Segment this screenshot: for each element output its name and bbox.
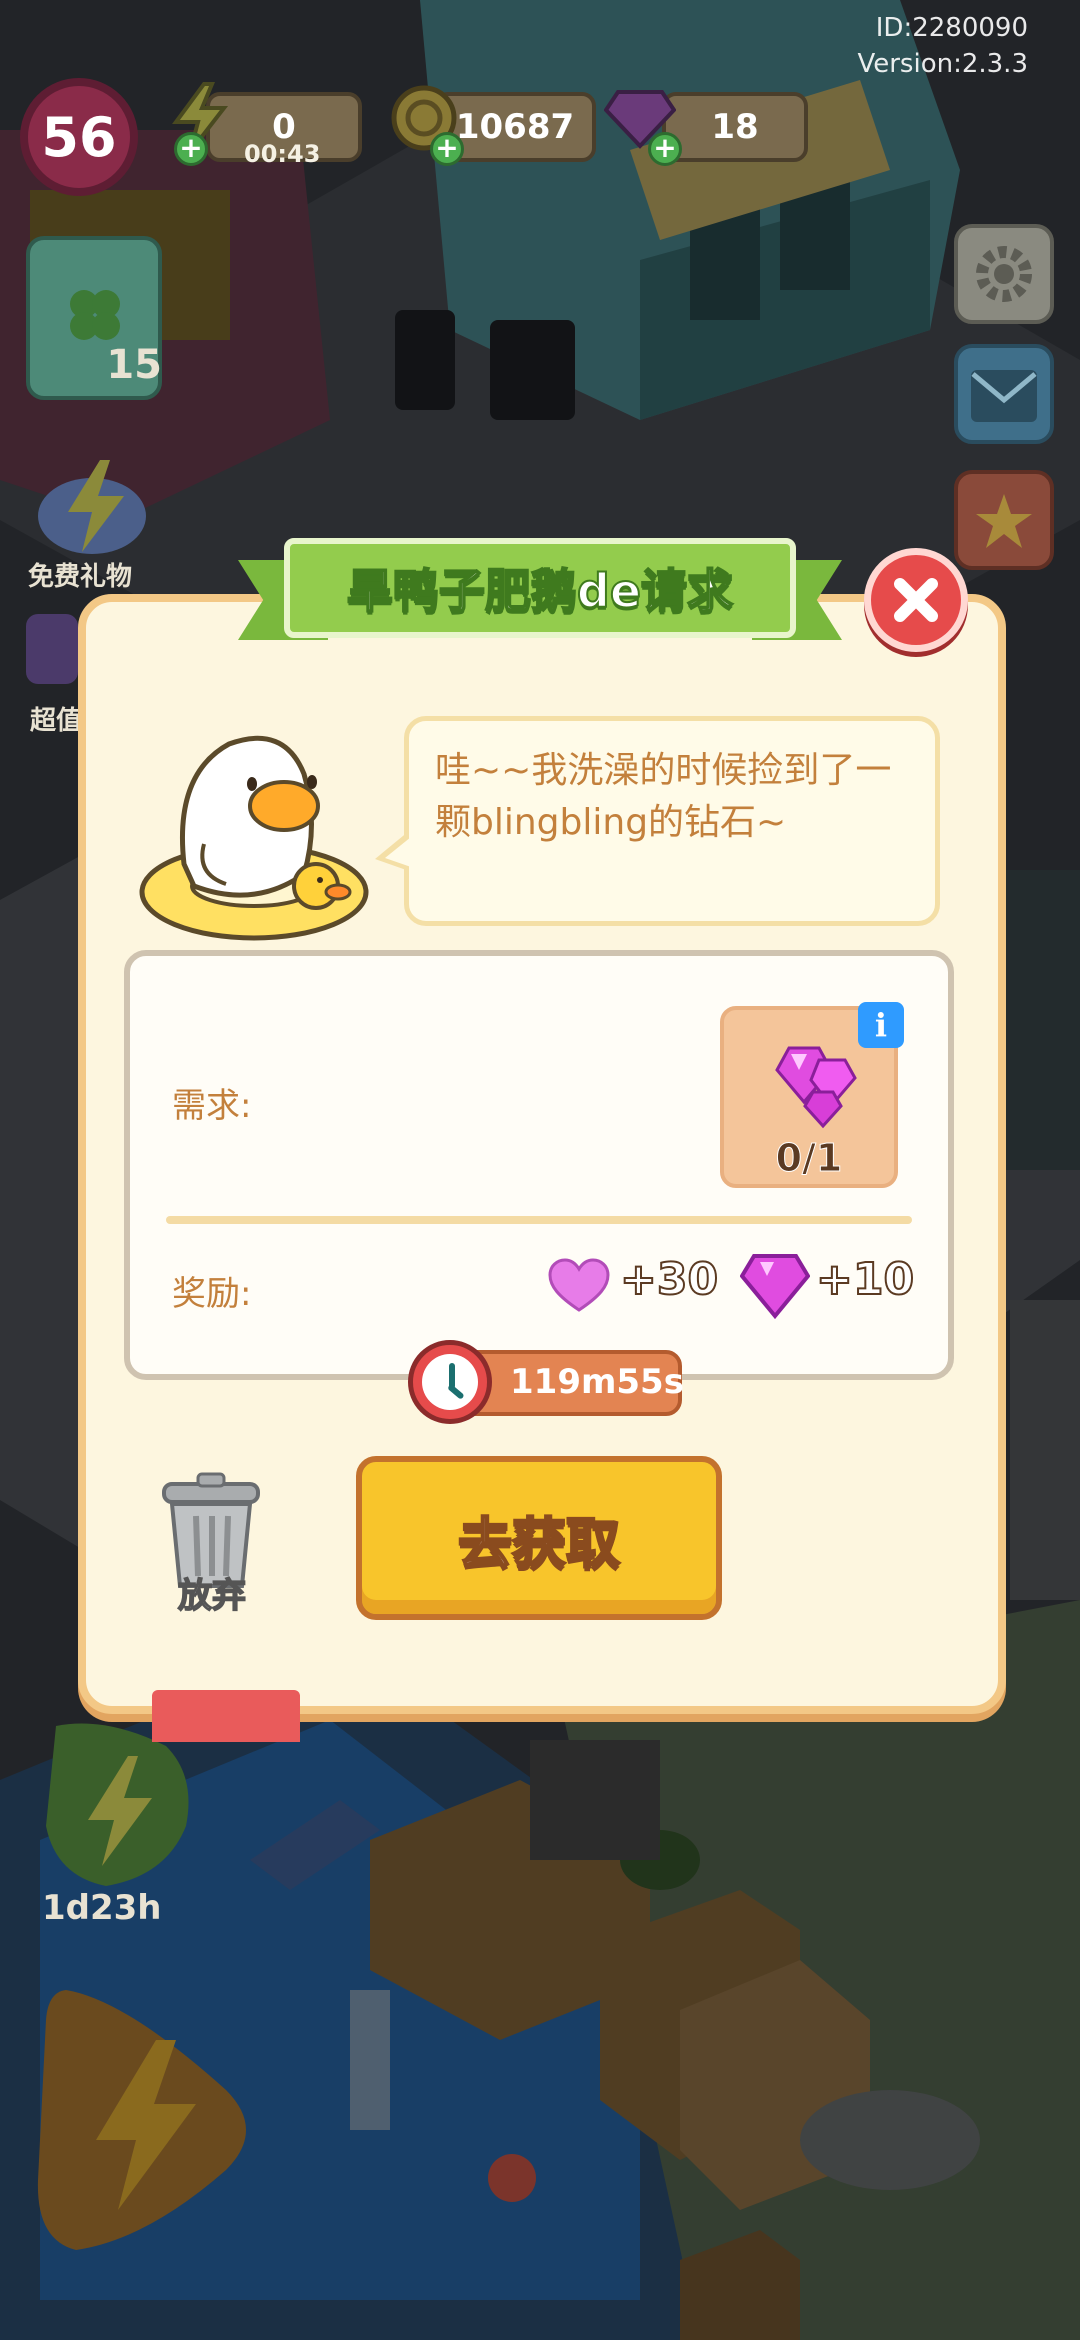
add-energy-plus-icon[interactable]: + <box>174 132 208 166</box>
energy-boost-button[interactable] <box>36 1716 196 1896</box>
speech-bubble: 哇~~我洗澡的时候捡到了一颗blingbling的钻石~ <box>404 716 940 926</box>
energy-boost-timer: 1d23h <box>42 1888 162 1928</box>
gem-icon <box>739 1252 811 1320</box>
close-icon <box>894 578 938 622</box>
free-gift-label[interactable]: 免费礼物 <box>28 556 132 593</box>
clock-icon <box>408 1340 492 1424</box>
free-gift-lightning-icon[interactable] <box>34 456 150 556</box>
gem-icon <box>775 1046 857 1129</box>
heart-icon <box>548 1258 610 1314</box>
reward-hearts-value: +30 <box>619 1253 719 1306</box>
requirement-progress: 0/1 <box>775 1136 843 1181</box>
dialog-bookmark-tab <box>152 1690 300 1742</box>
panel-divider <box>166 1216 912 1224</box>
speech-text: 哇~~我洗澡的时候捡到了一颗blingbling的钻石~ <box>435 750 892 843</box>
add-gems-plus-icon[interactable]: + <box>648 132 682 166</box>
gem-value: 18 <box>711 107 759 147</box>
build-info: ID:2280090 Version:2.3.3 <box>857 10 1028 82</box>
energy-timer: 00:43 <box>244 140 321 168</box>
super-value-label[interactable]: 超值 <box>30 700 82 737</box>
requirement-label: 需求: <box>172 1086 252 1126</box>
level-badge[interactable]: 56 <box>20 78 138 196</box>
coin-value: 10687 <box>455 107 575 147</box>
goose-character-portrait <box>134 714 374 954</box>
info-badge-icon[interactable]: i <box>858 1002 904 1048</box>
star-medal-icon <box>976 494 1032 548</box>
go-get-label: 去获取 <box>457 1510 622 1576</box>
dialog-title: 旱鸭子肥鹅de请求 <box>346 563 734 619</box>
super-value-icon[interactable] <box>26 614 78 684</box>
medal-button[interactable] <box>954 470 1054 570</box>
level-number: 56 <box>41 105 117 169</box>
clover-icon <box>70 290 120 340</box>
gem-counter[interactable]: 18 <box>662 92 808 162</box>
task-clipboard-button[interactable]: 15 <box>26 236 162 400</box>
version-text: Version:2.3.3 <box>857 49 1028 79</box>
mail-button[interactable] <box>954 344 1054 444</box>
close-button[interactable] <box>864 548 968 652</box>
play-lightning-button[interactable] <box>26 1980 266 2260</box>
request-timer-text: 119m55s <box>510 1362 684 1402</box>
settings-button[interactable] <box>954 224 1054 324</box>
gear-icon <box>976 246 1032 302</box>
reward-label: 奖励: <box>172 1274 252 1314</box>
task-count: 15 <box>106 342 162 388</box>
dialog-title-ribbon: 旱鸭子肥鹅de请求 <box>238 530 842 650</box>
reward-gems-value: +10 <box>815 1253 915 1306</box>
player-id: ID:2280090 <box>875 13 1028 43</box>
abandon-label[interactable]: 放弃 <box>150 1568 274 1617</box>
mail-icon <box>971 370 1037 422</box>
add-coins-plus-icon[interactable]: + <box>430 132 464 166</box>
go-get-button[interactable]: 去获取 <box>356 1456 722 1620</box>
